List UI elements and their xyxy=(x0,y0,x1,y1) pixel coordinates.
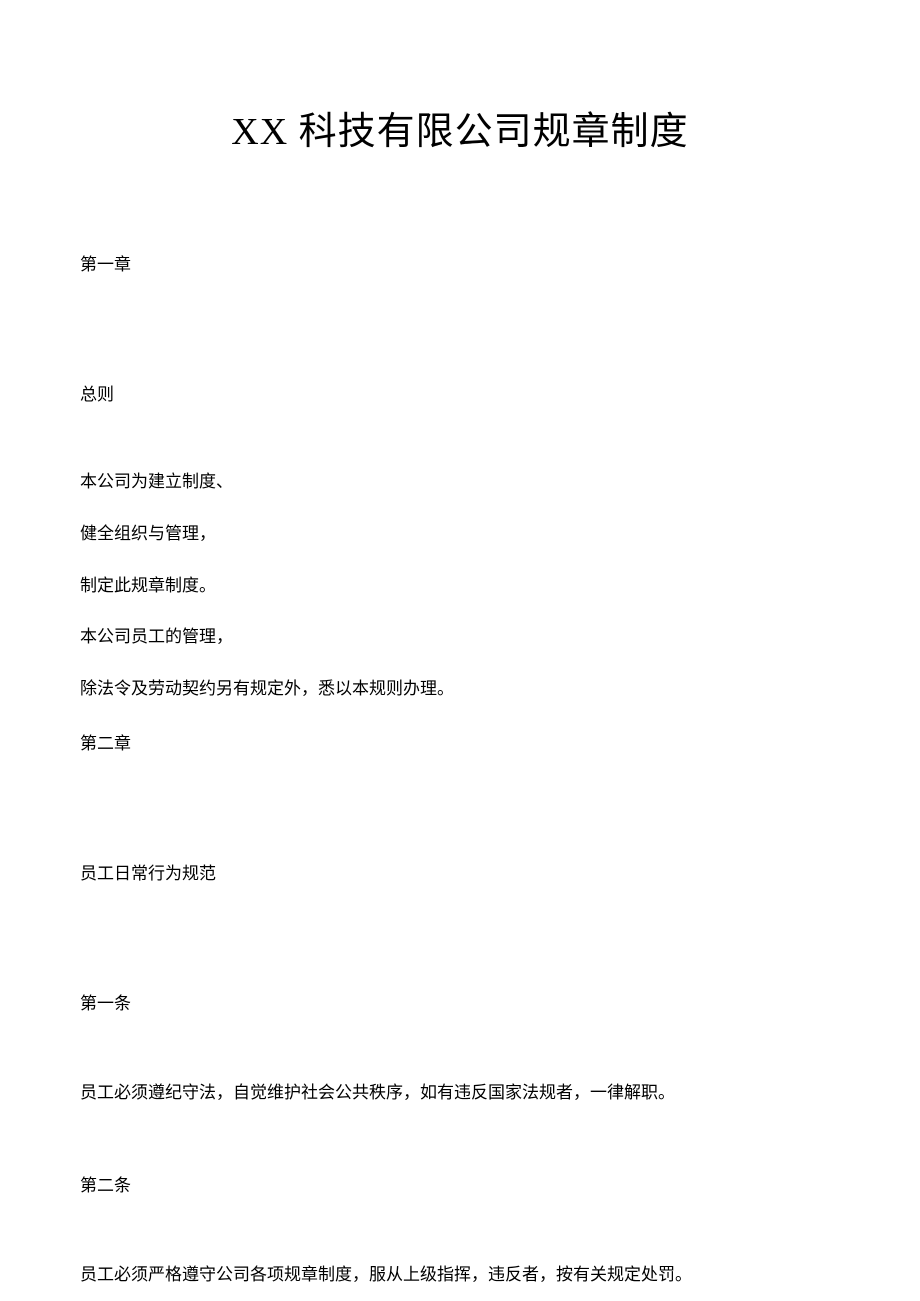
chapter1-line: 本公司为建立制度、 xyxy=(80,470,840,494)
chapter1-line: 制定此规章制度。 xyxy=(80,574,840,598)
chapter2-heading: 员工日常行为规范 xyxy=(80,859,840,884)
article1-text: 员工必须遵纪守法，自觉维护社会公共秩序，如有违反国家法规者，一律解职。 xyxy=(80,1079,760,1106)
chapter1-line: 本公司员工的管理， xyxy=(80,625,840,649)
document-title: XX 科技有限公司规章制度 xyxy=(80,100,840,155)
article2-text: 员工必须严格遵守公司各项规章制度，服从上级指挥，违反者，按有关规定处罚。 xyxy=(80,1261,760,1288)
chapter2-label: 第二章 xyxy=(80,729,840,754)
chapter1-label: 第一章 xyxy=(80,250,840,275)
chapter1-line: 除法令及劳动契约另有规定外，悉以本规则办理。 xyxy=(80,677,840,701)
chapter1-line: 健全组织与管理， xyxy=(80,522,840,546)
chapter1-heading: 总则 xyxy=(80,380,840,405)
article1-label: 第一条 xyxy=(80,989,840,1014)
article2-label: 第二条 xyxy=(80,1171,840,1196)
